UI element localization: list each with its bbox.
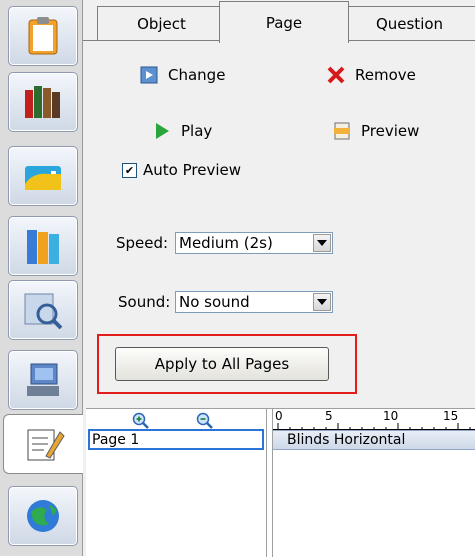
apply-to-all-pages-button[interactable]: Apply to All Pages (115, 347, 329, 381)
tick-label: 15 (443, 409, 459, 423)
close-icon (327, 66, 345, 84)
binders-icon (27, 230, 59, 264)
tab-question-label: Question (375, 15, 444, 33)
tab-question[interactable]: Question (342, 6, 475, 41)
tab-page-label: Page (265, 13, 303, 32)
tab-page[interactable]: Page (219, 1, 349, 43)
tick-label: 5 (325, 409, 333, 423)
binders-button[interactable] (8, 216, 78, 276)
search-button[interactable] (8, 280, 78, 340)
timeline-area: Page 1 0 5 10 15 Blinds Horizontal (86, 408, 475, 557)
page-list: Page 1 (86, 409, 267, 557)
tab-object-label: Object (137, 15, 186, 33)
change-button[interactable]: Change (138, 64, 225, 86)
auto-preview-checkbox[interactable]: ✔ Auto Preview (122, 161, 241, 179)
tick-label: 0 (275, 409, 283, 423)
play-label: Play (181, 122, 213, 140)
apply-button-label: Apply to All Pages (154, 355, 290, 373)
sound-select[interactable]: No sound (175, 291, 333, 313)
chevron-down-icon (313, 293, 331, 311)
edit-icon (27, 429, 65, 461)
play-button[interactable]: Play (151, 120, 212, 142)
preview-label: Preview (361, 122, 420, 140)
globe-button[interactable] (8, 486, 78, 546)
computer-icon (27, 363, 59, 396)
preview-button[interactable]: Preview (331, 120, 419, 142)
tab-object[interactable]: Object (97, 6, 226, 41)
tick-label: 10 (383, 409, 399, 423)
magnifier-icon (24, 293, 63, 330)
tab-bar: Object Page Question (83, 0, 475, 43)
speed-label: Speed: (116, 234, 169, 252)
computer-button[interactable] (8, 350, 78, 410)
change-icon (140, 66, 158, 84)
clipboard-icon (28, 17, 58, 55)
sound-value: No sound (179, 293, 250, 311)
ruler-ticks (273, 423, 475, 430)
clipboard-button[interactable] (8, 6, 78, 66)
left-toolbar (0, 0, 84, 556)
speed-select[interactable]: Medium (2s) (175, 232, 333, 254)
chevron-down-icon (313, 234, 331, 252)
transition-track[interactable]: Blinds Horizontal (273, 430, 475, 450)
remove-label: Remove (355, 66, 416, 84)
auto-preview-label: Auto Preview (143, 161, 241, 179)
list-item[interactable]: Page 1 (88, 429, 264, 450)
timeline: 0 5 10 15 Blinds Horizontal (272, 409, 475, 557)
globe-icon (27, 500, 59, 532)
play-icon (156, 123, 169, 139)
books-button[interactable] (8, 72, 78, 132)
zoom-out-icon[interactable] (196, 412, 213, 429)
speed-value: Medium (2s) (179, 234, 273, 252)
books-icon (25, 86, 60, 118)
change-label: Change (168, 66, 226, 84)
check-icon: ✔ (122, 162, 137, 178)
page-name: Page 1 (92, 431, 140, 448)
folder-button[interactable] (8, 146, 78, 206)
preview-icon (334, 122, 350, 140)
timeline-ruler: 0 5 10 15 (273, 409, 475, 430)
sound-label: Sound: (118, 293, 171, 311)
zoom-in-icon[interactable] (132, 412, 149, 429)
edit-button[interactable] (3, 414, 84, 474)
remove-button[interactable]: Remove (325, 64, 416, 86)
folder-icon (25, 166, 61, 190)
transition-label: Blinds Horizontal (287, 432, 406, 448)
